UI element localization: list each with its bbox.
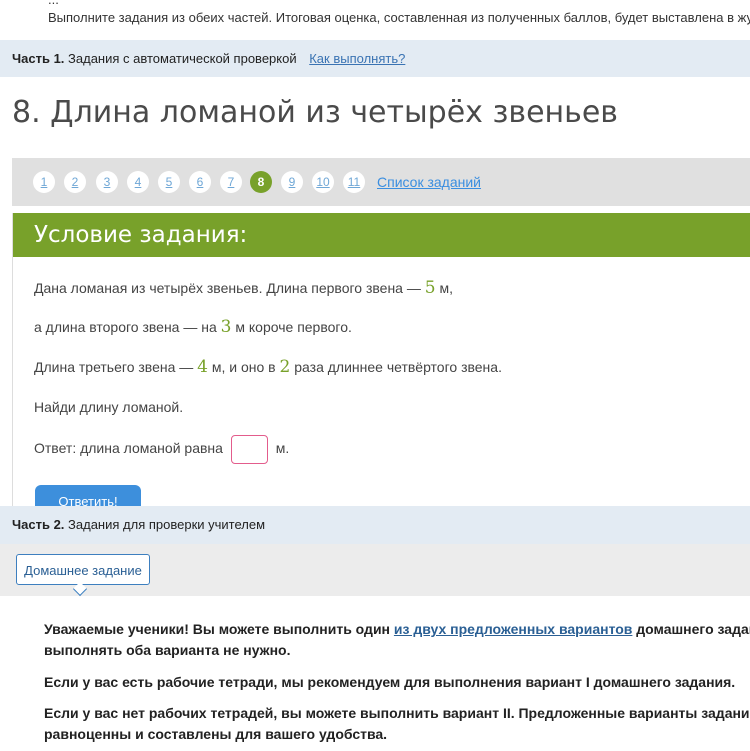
condition-line-3: Длина третьего звена — 4 м, и оно в 2 ра… bbox=[34, 357, 502, 377]
part2-header: Часть 2. Задания для проверки учителем bbox=[0, 506, 750, 544]
homework-paragraph-3: Если у вас нет рабочих тетрадей, вы може… bbox=[44, 703, 750, 745]
condition-text: м короче первого. bbox=[235, 319, 352, 335]
condition-text: Дана ломаная из четырёх звеньев. Длина п… bbox=[34, 280, 421, 296]
part1-header: Часть 1. Задания с автоматической провер… bbox=[0, 40, 750, 77]
intro-cut-line: ... bbox=[48, 0, 59, 7]
intro-block: ... Выполните задания из обеих частей. И… bbox=[0, 0, 750, 40]
part1-label: Часть 1. bbox=[12, 51, 65, 66]
homework-text: Если у вас нет рабочих тетрадей, вы може… bbox=[44, 705, 750, 721]
homework-paragraph-1: Уважаемые ученики! Вы можете выполнить о… bbox=[44, 619, 750, 661]
help-link[interactable]: Как выполнять? bbox=[309, 51, 405, 66]
answer-input[interactable] bbox=[230, 435, 268, 464]
homework-tab[interactable]: Домашнее задание bbox=[16, 554, 150, 597]
tab-pointer-icon bbox=[72, 581, 88, 597]
page-link-4[interactable]: 4 bbox=[127, 171, 149, 193]
homework-text: Уважаемые ученики! Вы можете выполнить о… bbox=[44, 621, 391, 637]
part2-label: Часть 2. bbox=[12, 517, 65, 532]
number-value: 5 bbox=[424, 278, 436, 298]
variants-link[interactable]: из двух предложенных вариантов bbox=[394, 621, 633, 637]
condition-text: раза длиннее четвёртого звена. bbox=[294, 359, 502, 375]
condition-line-1: Дана ломаная из четырёх звеньев. Длина п… bbox=[34, 278, 453, 298]
answer-label: Ответ: длина ломаной равна bbox=[34, 440, 223, 457]
condition-text: а длина второго звена — на bbox=[34, 319, 217, 335]
condition-heading: Условие задания: bbox=[13, 213, 750, 257]
task-pager: 1 2 3 4 5 6 7 8 9 10 11 Список заданий bbox=[12, 158, 750, 206]
page-link-2[interactable]: 2 bbox=[64, 171, 86, 193]
page-link-11[interactable]: 11 bbox=[343, 171, 365, 193]
intro-text: Выполните задания из обеих частей. Итого… bbox=[48, 10, 750, 25]
condition-text: Длина третьего звена — bbox=[34, 359, 194, 375]
homework-paragraph-2: Если у вас есть рабочие тетради, мы реко… bbox=[44, 674, 736, 690]
page-link-3[interactable]: 3 bbox=[96, 171, 118, 193]
page-link-7[interactable]: 7 bbox=[220, 171, 242, 193]
condition-line-4: Найди длину ломаной. bbox=[34, 399, 184, 415]
number-value: 4 bbox=[197, 357, 208, 377]
condition-text: м, bbox=[439, 280, 453, 296]
homework-text: домашнего задания, bbox=[636, 621, 750, 637]
page-link-5[interactable]: 5 bbox=[158, 171, 180, 193]
task-list-link[interactable]: Список заданий bbox=[377, 174, 481, 190]
number-value: 2 bbox=[279, 357, 291, 377]
part1-text: Задания с автоматической проверкой bbox=[68, 51, 297, 66]
condition-line-2: а длина второго звена — на 3 м короче пе… bbox=[34, 317, 352, 337]
homework-text: выполнять оба варианта не нужно. bbox=[44, 642, 291, 658]
page-link-8-active[interactable]: 8 bbox=[250, 171, 272, 193]
number-value: 3 bbox=[220, 317, 232, 337]
homework-text: равноценны и составлены для вашего удобс… bbox=[44, 726, 388, 742]
condition-text: м, и оно в bbox=[211, 359, 276, 375]
part2-text: Задания для проверки учителем bbox=[68, 517, 266, 532]
page-link-9[interactable]: 9 bbox=[281, 171, 303, 193]
page-link-10[interactable]: 10 bbox=[312, 171, 334, 193]
answer-row: Ответ: длина ломаной равна м. bbox=[34, 435, 289, 464]
page-link-1[interactable]: 1 bbox=[33, 171, 55, 193]
page-title: 8. Длина ломаной из четырёх звеньев bbox=[12, 95, 618, 130]
answer-unit: м. bbox=[275, 440, 290, 457]
homework-tab-label: Домашнее задание bbox=[24, 563, 142, 578]
homework-tab-bar: Домашнее задание bbox=[0, 544, 750, 597]
task-condition: Условие задания: Дана ломаная из четырёх… bbox=[12, 213, 750, 517]
page-link-6[interactable]: 6 bbox=[189, 171, 211, 193]
